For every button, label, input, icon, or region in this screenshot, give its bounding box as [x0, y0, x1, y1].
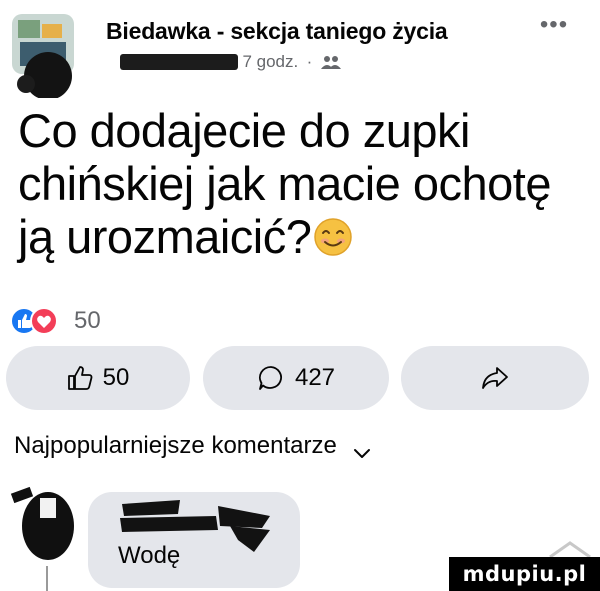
- reaction-count: 50: [74, 307, 101, 334]
- comment-button[interactable]: 427: [203, 346, 389, 410]
- group-avatar[interactable]: [12, 14, 84, 100]
- group-audience-icon: [320, 55, 341, 69]
- redacted-author-name: [120, 54, 238, 70]
- post-time[interactable]: 7 godz.: [242, 52, 298, 71]
- watermark-decoration: [540, 537, 600, 559]
- meta-separator: ·: [306, 52, 313, 71]
- share-button[interactable]: [401, 346, 589, 410]
- comment-text: Wodę: [118, 542, 181, 569]
- post-text: Co dodajecie do zupki chińskiej jak maci…: [18, 104, 552, 263]
- group-name-link[interactable]: Biedawka - sekcja taniego życia: [106, 18, 448, 45]
- post-meta: 7 godz. ·: [120, 52, 341, 76]
- share-arrow-icon: [480, 364, 510, 392]
- like-count: 50: [102, 364, 130, 391]
- like-button[interactable]: 50: [6, 346, 190, 410]
- post-body: Co dodajecie do zupki chińskiej jak maci…: [18, 104, 588, 263]
- comment-bubble-icon: [257, 364, 285, 392]
- chevron-down-icon: [352, 440, 372, 458]
- love-reaction-icon: [30, 307, 58, 335]
- thumbs-up-icon: [67, 365, 93, 391]
- smiling-face-emoji-icon: [313, 214, 353, 256]
- comment-sort-label: Najpopularniejsze komentarze: [14, 432, 337, 459]
- comment-sort-dropdown[interactable]: Najpopularniejsze komentarze: [14, 432, 372, 460]
- more-options-button[interactable]: •••: [534, 13, 574, 40]
- comment-count: 427: [294, 364, 336, 391]
- site-watermark: mdupiu.pl: [449, 557, 600, 591]
- reply-thread-line: [46, 566, 48, 591]
- commenter-avatar[interactable]: [4, 484, 90, 564]
